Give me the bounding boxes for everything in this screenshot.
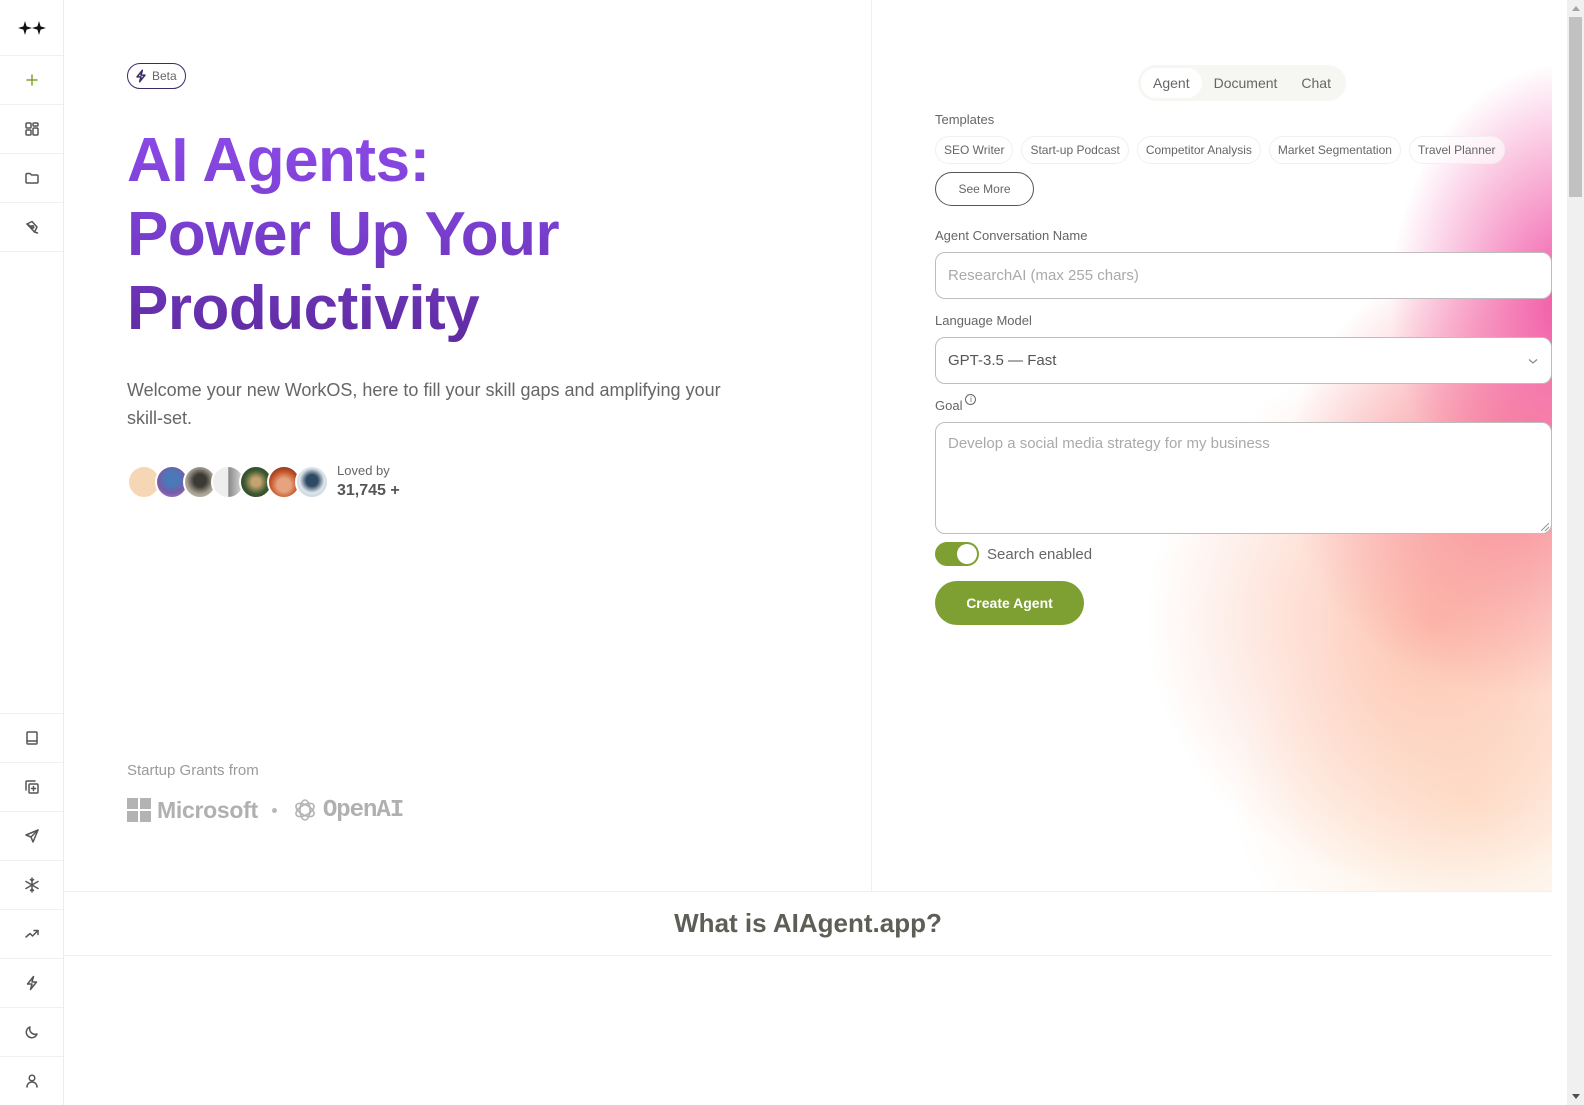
search-toggle-row: Search enabled (935, 542, 1552, 566)
sidebar-item-design[interactable] (0, 203, 63, 252)
sidebar-item-theme[interactable] (0, 1007, 63, 1056)
loved-by-label: Loved by (337, 463, 390, 478)
hero-subtitle: Welcome your new WorkOS, here to fill yo… (127, 380, 721, 428)
microsoft-logo: Microsoft (127, 797, 258, 824)
openai-icon (294, 799, 315, 821)
sidebar-item-duplicate[interactable] (0, 762, 63, 811)
scroll-down-button[interactable] (1567, 1088, 1584, 1105)
lightning-icon (26, 975, 37, 991)
info-icon[interactable]: i (965, 394, 977, 405)
arrow-down-icon (1571, 1094, 1580, 1099)
lightning-icon (136, 69, 146, 83)
template-startup-podcast[interactable]: Start-up Podcast (1021, 136, 1129, 164)
model-field-group: Language Model GPT-3.5 — Fast (935, 313, 1552, 384)
create-agent-form: Templates SEO Writer Start-up Podcast Co… (935, 112, 1552, 625)
tab-document[interactable]: Document (1202, 68, 1290, 98)
agent-panel: Agent Document Chat Templates SEO Writer… (872, 0, 1552, 891)
user-icon (25, 1074, 38, 1088)
loved-by-count: 31,745 + (337, 482, 400, 499)
sidebar-top-group (0, 0, 63, 252)
hero-title-line: AI Agents: (127, 126, 430, 195)
model-value: GPT-3.5 — Fast (948, 352, 1057, 369)
scroll-thumb[interactable] (1569, 17, 1582, 197)
pen-tool-icon (25, 220, 38, 234)
grants-logos: Microsoft OpenAI (127, 796, 404, 824)
create-agent-button[interactable]: Create Agent (935, 581, 1084, 625)
toggle-knob (957, 544, 977, 564)
loved-by: Loved by 31,745 + (337, 462, 400, 502)
see-more-button[interactable]: See More (935, 172, 1034, 206)
what-is-section: What is AIAgent.app? (64, 891, 1552, 956)
sidebar-item-folders[interactable] (0, 154, 63, 203)
mode-tabs: Agent Document Chat (1138, 65, 1346, 101)
templates-label: Templates (935, 112, 995, 127)
arrow-up-icon (1571, 6, 1580, 11)
trending-up-icon (24, 929, 39, 938)
page-scrollbar[interactable] (1567, 0, 1584, 1105)
hero-title: AI Agents: Power Up Your Productivity (127, 124, 767, 346)
name-placeholder: ResearchAI (max 255 chars) (948, 267, 1139, 284)
avatar (295, 465, 329, 499)
chevron-down-icon (1528, 358, 1538, 364)
goal-label: Goal (935, 398, 963, 413)
goal-field-group: Goal i Develop a social media strategy f… (935, 394, 1552, 534)
social-proof: Loved by 31,745 + (127, 462, 400, 502)
what-is-title: What is AIAgent.app? (674, 908, 942, 938)
folder-icon (24, 172, 39, 184)
template-travel-planner[interactable]: Travel Planner (1408, 136, 1505, 164)
model-label: Language Model (935, 313, 1032, 328)
sidebar (0, 0, 64, 1105)
hero-title-line: Productivity (127, 274, 480, 343)
search-toggle-label: Search enabled (987, 545, 1093, 563)
snowflake-icon (24, 877, 39, 893)
template-competitor-analysis[interactable]: Competitor Analysis (1136, 136, 1261, 164)
goal-textarea[interactable]: Develop a social media strategy for my b… (935, 422, 1552, 534)
sidebar-item-library[interactable] (0, 713, 63, 762)
sidebar-item-integrations[interactable] (0, 860, 63, 909)
windows-icon (127, 798, 151, 822)
goal-label-row: Goal i (935, 394, 1552, 416)
tab-chat[interactable]: Chat (1289, 68, 1343, 98)
sidebar-item-trending[interactable] (0, 909, 63, 958)
name-label: Agent Conversation Name (935, 228, 1088, 243)
sidebar-item-new[interactable] (0, 56, 63, 105)
moon-icon (25, 1026, 38, 1039)
sidebar-item-upgrade[interactable] (0, 958, 63, 1007)
sidebar-item-send[interactable] (0, 811, 63, 860)
copy-plus-icon (24, 780, 39, 794)
book-icon (25, 731, 38, 745)
resize-handle[interactable] (1541, 523, 1549, 531)
sparkles-icon (17, 20, 46, 35)
hero-title-line: Power Up Your (127, 200, 560, 269)
sidebar-item-profile[interactable] (0, 1056, 63, 1105)
template-chips: SEO Writer Start-up Podcast Competitor A… (935, 136, 1552, 164)
dashboard-icon (24, 122, 39, 136)
sidebar-item-dashboard[interactable] (0, 105, 63, 154)
openai-logo: OpenAI (291, 796, 404, 824)
beta-label: Beta (152, 69, 177, 83)
microsoft-name: Microsoft (157, 796, 258, 823)
beta-badge: Beta (127, 63, 186, 89)
sidebar-bottom-group (0, 713, 63, 1105)
plus-icon (25, 74, 38, 86)
grants-label: Startup Grants from (127, 762, 259, 779)
template-market-segmentation[interactable]: Market Segmentation (1268, 136, 1401, 164)
separator-dot (271, 807, 277, 813)
goal-placeholder: Develop a social media strategy for my b… (948, 435, 1270, 452)
conversation-name-input[interactable]: ResearchAI (max 255 chars) (935, 252, 1552, 299)
language-model-select[interactable]: GPT-3.5 — Fast (935, 337, 1552, 384)
search-toggle[interactable] (935, 542, 979, 566)
tab-agent[interactable]: Agent (1141, 68, 1202, 98)
avatar-stack (127, 465, 329, 499)
name-field-group: Agent Conversation Name ResearchAI (max … (935, 228, 1552, 299)
send-icon (24, 829, 39, 843)
sidebar-logo[interactable] (0, 0, 63, 56)
template-seo-writer[interactable]: SEO Writer (935, 136, 1014, 164)
scroll-up-button[interactable] (1567, 0, 1584, 17)
openai-name: OpenAI (322, 796, 404, 824)
